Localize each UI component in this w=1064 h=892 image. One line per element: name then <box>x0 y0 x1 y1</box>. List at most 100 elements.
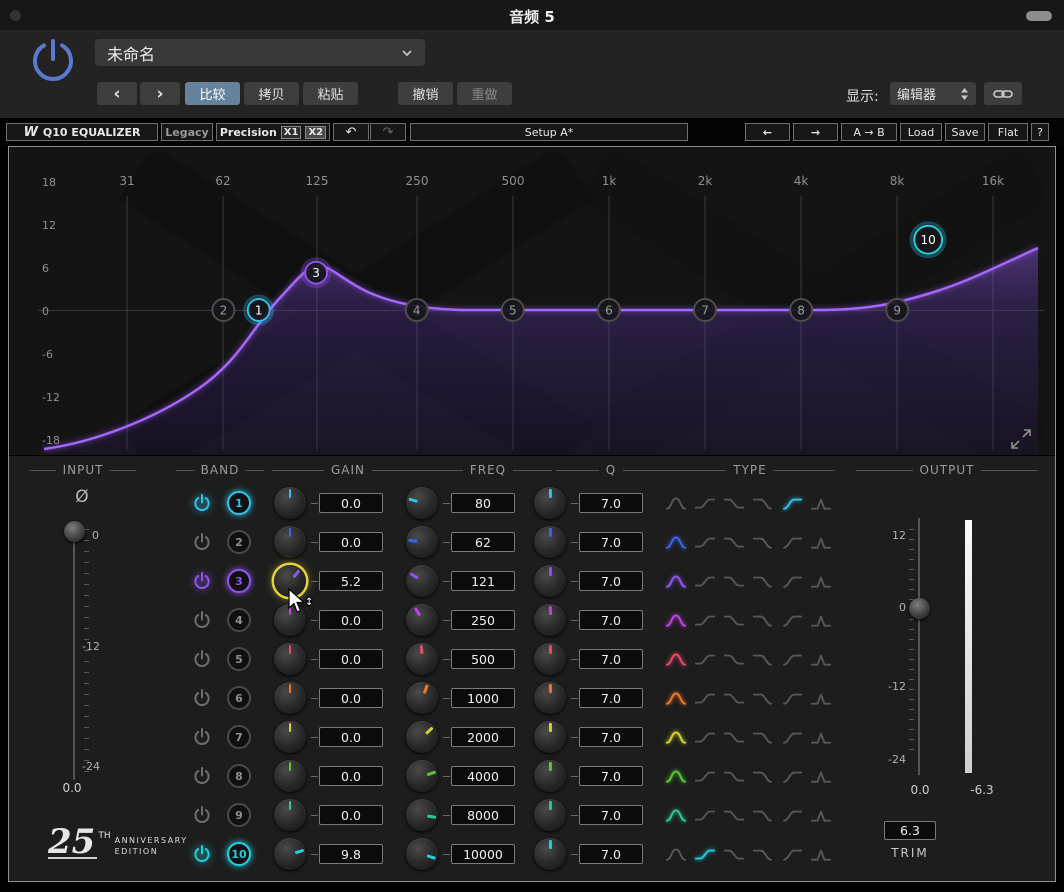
freq-knob[interactable] <box>406 721 438 753</box>
gain-value[interactable]: 0.0 <box>319 727 383 747</box>
filter-type-low-pass-icon[interactable] <box>751 807 775 823</box>
band-marker-9[interactable]: 9 <box>886 299 908 321</box>
filter-type-low-shelf-icon[interactable] <box>722 495 746 511</box>
filter-type-low-pass-icon[interactable] <box>751 612 775 628</box>
band-power-button[interactable] <box>192 649 212 669</box>
gain-value[interactable]: 0.0 <box>319 610 383 630</box>
filter-type-high-pass-icon[interactable] <box>780 495 804 511</box>
q-knob[interactable] <box>534 799 566 831</box>
band-power-button[interactable] <box>192 805 212 825</box>
q-knob[interactable] <box>534 643 566 675</box>
freq-knob[interactable] <box>406 799 438 831</box>
filter-type-bell-icon[interactable] <box>664 534 688 550</box>
filter-type-band-pass-icon[interactable] <box>809 495 833 511</box>
q-value[interactable]: 7.0 <box>579 532 643 552</box>
paste-button[interactable]: 粘贴 <box>303 82 358 105</box>
gain-value[interactable]: 5.2 <box>319 571 383 591</box>
legacy-button[interactable]: Legacy <box>161 123 213 141</box>
q-value[interactable]: 7.0 <box>579 493 643 513</box>
filter-type-low-pass-icon[interactable] <box>751 846 775 862</box>
filter-type-bell-icon[interactable] <box>664 846 688 862</box>
filter-type-high-shelf-icon[interactable] <box>693 534 717 550</box>
q-knob[interactable] <box>534 760 566 792</box>
filter-type-high-pass-icon[interactable] <box>780 651 804 667</box>
gain-knob[interactable] <box>274 487 306 519</box>
band-number[interactable]: 1 <box>227 491 251 515</box>
filter-type-high-pass-icon[interactable] <box>780 729 804 745</box>
band-power-button[interactable] <box>192 844 212 864</box>
q-knob[interactable] <box>534 604 566 636</box>
filter-type-high-pass-icon[interactable] <box>780 846 804 862</box>
gain-value[interactable]: 0.0 <box>319 688 383 708</box>
freq-value[interactable]: 10000 <box>451 844 515 864</box>
q-knob[interactable] <box>534 682 566 714</box>
filter-type-band-pass-icon[interactable] <box>809 846 833 862</box>
a-to-b-button[interactable]: A → B <box>841 123 897 141</box>
display-mode-dropdown[interactable]: 编辑器 <box>890 82 976 105</box>
band-marker-5[interactable]: 5 <box>502 299 524 321</box>
load-button[interactable]: Load <box>900 123 942 141</box>
filter-type-high-pass-icon[interactable] <box>780 534 804 550</box>
band-number[interactable]: 8 <box>227 764 251 788</box>
preset-dropdown[interactable]: 未命名 <box>95 39 425 66</box>
setup-forward-button[interactable]: → <box>793 123 838 141</box>
filter-type-high-pass-icon[interactable] <box>780 807 804 823</box>
output-fader-knob[interactable] <box>909 598 930 619</box>
gain-value[interactable]: 9.8 <box>319 844 383 864</box>
gain-knob[interactable] <box>274 604 306 636</box>
q-value[interactable]: 7.0 <box>579 766 643 786</box>
freq-value[interactable]: 62 <box>451 532 515 552</box>
save-button[interactable]: Save <box>945 123 985 141</box>
link-button[interactable] <box>984 82 1022 105</box>
q-knob[interactable] <box>534 487 566 519</box>
band-marker-10[interactable]: 10 <box>911 223 945 257</box>
filter-type-high-shelf-icon[interactable] <box>693 495 717 511</box>
band-marker-7[interactable]: 7 <box>694 299 716 321</box>
filter-type-band-pass-icon[interactable] <box>809 690 833 706</box>
redo-button[interactable]: 重做 <box>457 82 512 105</box>
eq-graph[interactable]: 3162 125250 5001k 2k4k 8k16k 1812 60 -6-… <box>36 152 1046 454</box>
filter-type-bell-icon[interactable] <box>664 495 688 511</box>
prev-preset-button[interactable]: ‹ <box>97 82 137 105</box>
q-knob[interactable] <box>534 838 566 870</box>
filter-type-high-shelf-icon[interactable] <box>693 651 717 667</box>
gain-knob[interactable] <box>274 721 306 753</box>
filter-type-bell-icon[interactable] <box>664 768 688 784</box>
filter-type-high-shelf-icon[interactable] <box>693 690 717 706</box>
filter-type-low-pass-icon[interactable] <box>751 690 775 706</box>
filter-type-low-pass-icon[interactable] <box>751 573 775 589</box>
filter-type-low-pass-icon[interactable] <box>751 729 775 745</box>
filter-type-high-pass-icon[interactable] <box>780 690 804 706</box>
gain-knob[interactable] <box>274 760 306 792</box>
band-power-button[interactable] <box>192 766 212 786</box>
q-value[interactable]: 7.0 <box>579 649 643 669</box>
filter-type-low-pass-icon[interactable] <box>751 495 775 511</box>
q-value[interactable]: 7.0 <box>579 805 643 825</box>
filter-type-bell-icon[interactable] <box>664 690 688 706</box>
band-power-button[interactable] <box>192 571 212 591</box>
band-number[interactable]: 2 <box>227 530 251 554</box>
gain-knob[interactable] <box>274 526 306 558</box>
freq-value[interactable]: 1000 <box>451 688 515 708</box>
freq-value[interactable]: 8000 <box>451 805 515 825</box>
gain-knob[interactable] <box>274 682 306 714</box>
plugin-power-button[interactable] <box>30 38 76 86</box>
setup-back-button[interactable]: ← <box>745 123 790 141</box>
freq-knob[interactable] <box>406 838 438 870</box>
gain-value[interactable]: 0.0 <box>319 649 383 669</box>
filter-type-low-pass-icon[interactable] <box>751 768 775 784</box>
filter-type-high-shelf-icon[interactable] <box>693 768 717 784</box>
q-knob[interactable] <box>534 565 566 597</box>
filter-type-high-shelf-icon[interactable] <box>693 612 717 628</box>
filter-type-low-shelf-icon[interactable] <box>722 807 746 823</box>
compare-button[interactable]: 比较 <box>185 82 240 105</box>
q-knob[interactable] <box>534 721 566 753</box>
filter-type-low-shelf-icon[interactable] <box>722 534 746 550</box>
filter-type-band-pass-icon[interactable] <box>809 612 833 628</box>
next-preset-button[interactable]: › <box>140 82 180 105</box>
help-button[interactable]: ? <box>1031 123 1049 141</box>
q-value[interactable]: 7.0 <box>579 688 643 708</box>
filter-type-low-shelf-icon[interactable] <box>722 768 746 784</box>
x2-button[interactable]: X2 <box>305 126 326 139</box>
gain-value[interactable]: 0.0 <box>319 805 383 825</box>
